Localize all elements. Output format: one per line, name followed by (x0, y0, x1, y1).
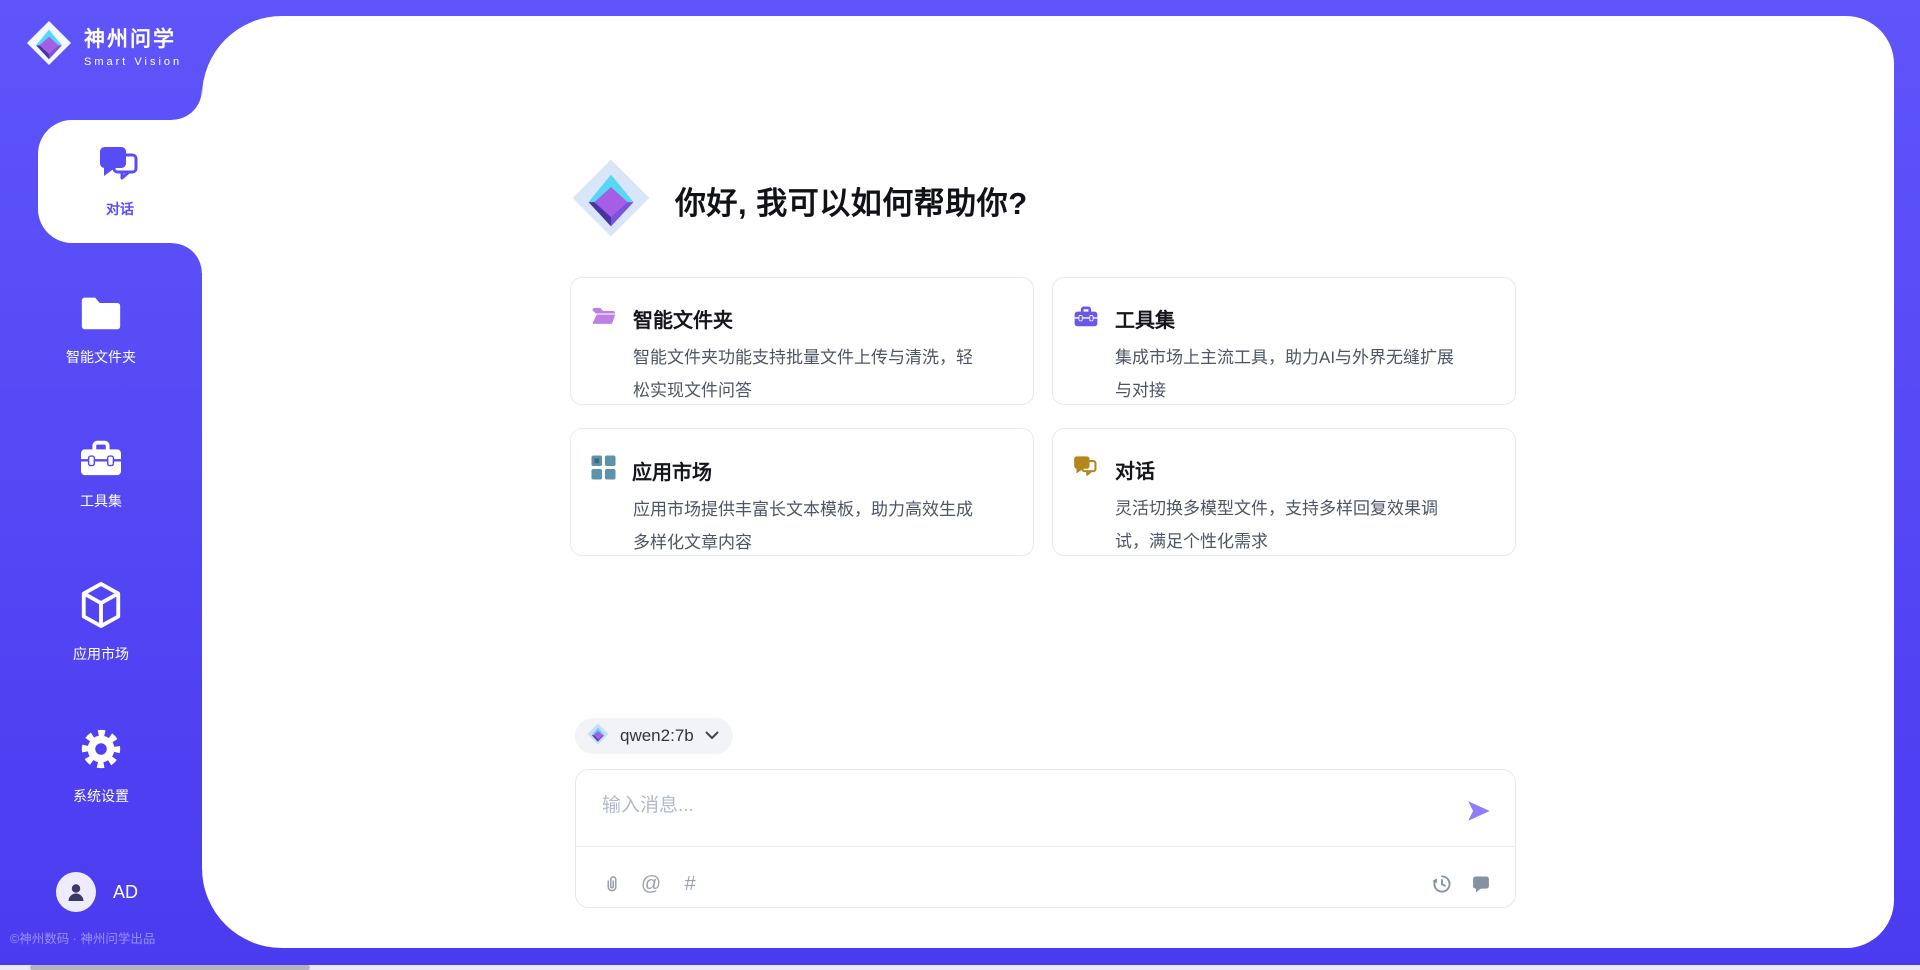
greeting-title: 你好, 我可以如何帮助你? (675, 178, 1028, 223)
brand-subtitle: Smart Vision (84, 56, 182, 68)
chevron-down-icon (705, 727, 719, 745)
toolbox-icon (78, 437, 124, 482)
greeting: 你好, 我可以如何帮助你? (571, 158, 1028, 243)
sidebar-item-label: 对话 (106, 199, 134, 219)
card-title: 应用市场 (632, 456, 712, 485)
mention-button[interactable]: @ (639, 872, 663, 896)
model-name: qwen2:7b (620, 726, 694, 746)
gear-icon (78, 726, 124, 777)
message-input[interactable] (576, 770, 1456, 840)
sidebar-item-label: 智能文件夹 (66, 347, 136, 367)
person-icon (64, 880, 88, 904)
chat-bubbles-icon (98, 145, 142, 190)
at-icon: @ (641, 873, 661, 896)
card-chat[interactable]: 对话 灵活切换多模型文件，支持多样回复效果调试，满足个性化需求 (1052, 428, 1516, 556)
cube-icon (78, 580, 124, 635)
sidebar-item-label: 系统设置 (73, 786, 129, 806)
paperclip-icon (602, 873, 622, 895)
brand-diamond-icon (587, 723, 609, 750)
brand-name: 神州问学 (84, 23, 182, 53)
card-description: 应用市场提供丰富长文本模板，助力高效生成多样化文章内容 (633, 493, 985, 559)
avatar (56, 872, 96, 912)
card-app-market[interactable]: 应用市场 应用市场提供丰富长文本模板，助力高效生成多样化文章内容 (570, 428, 1034, 556)
user-profile[interactable]: AD (56, 872, 138, 912)
feature-cards: 智能文件夹 智能文件夹功能支持批量文件上传与清洗，轻松实现文件问答 (570, 277, 1516, 556)
send-button[interactable] (1465, 797, 1493, 825)
sidebar-item-app-market[interactable]: 应用市场 (0, 580, 202, 664)
tab-top-fillet (172, 90, 202, 120)
composer-divider (576, 846, 1515, 847)
main-panel: 你好, 我可以如何帮助你? 智能文件夹 智能文件夹功能支持批量文件上传与清洗，轻… (202, 16, 1894, 948)
card-title: 对话 (1115, 455, 1155, 484)
horizontal-scrollbar (0, 965, 1920, 970)
message-composer: @ # (575, 769, 1516, 908)
card-title: 工具集 (1115, 304, 1175, 333)
composer-toolbar: @ # (576, 860, 1515, 908)
sidebar-item-smart-folder[interactable]: 智能文件夹 (0, 293, 202, 367)
sidebar-item-toolset[interactable]: 工具集 (0, 437, 202, 511)
card-description: 灵活切换多模型文件，支持多样回复效果调试，满足个性化需求 (1115, 492, 1467, 558)
folder-icon (78, 293, 124, 338)
grid-icon (591, 455, 616, 485)
card-title: 智能文件夹 (633, 304, 733, 333)
tab-bottom-fillet (172, 243, 202, 273)
send-icon (1465, 797, 1493, 825)
chat-bubbles-icon (1073, 455, 1099, 484)
brand-logo: 神州问学 Smart Vision (26, 20, 182, 71)
history-icon (1431, 873, 1453, 895)
sidebar-item-label: 工具集 (80, 491, 122, 511)
chat-bubble-icon (1471, 874, 1491, 894)
topic-button[interactable]: # (678, 872, 702, 896)
card-smart-folder[interactable]: 智能文件夹 智能文件夹功能支持批量文件上传与清洗，轻松实现文件问答 (570, 277, 1034, 405)
hash-icon: # (684, 873, 695, 896)
model-selector[interactable]: qwen2:7b (575, 718, 733, 754)
history-button[interactable] (1430, 872, 1454, 896)
scrollbar-thumb[interactable] (30, 965, 310, 970)
footer-credit: ©神州数码 · 神州问学出品 (10, 928, 155, 947)
card-toolset[interactable]: 工具集 集成市场上主流工具，助力AI与外界无缝扩展与对接 (1052, 277, 1516, 405)
user-name: AD (113, 882, 138, 903)
sidebar-item-chat[interactable]: 对话 (38, 120, 202, 243)
brand-diamond-icon (571, 158, 651, 243)
sidebar-item-settings[interactable]: 系统设置 (0, 726, 202, 806)
attach-file-button[interactable] (600, 872, 624, 896)
new-chat-button[interactable] (1469, 872, 1493, 896)
card-description: 集成市场上主流工具，助力AI与外界无缝扩展与对接 (1115, 341, 1467, 407)
folder-open-icon (591, 305, 617, 332)
card-description: 智能文件夹功能支持批量文件上传与清洗，轻松实现文件问答 (633, 341, 985, 407)
toolbox-icon (1073, 304, 1099, 333)
sidebar-item-label: 应用市场 (73, 644, 129, 664)
app-window: 神州问学 Smart Vision 对话 (0, 0, 1920, 970)
brand-diamond-icon (26, 20, 72, 71)
